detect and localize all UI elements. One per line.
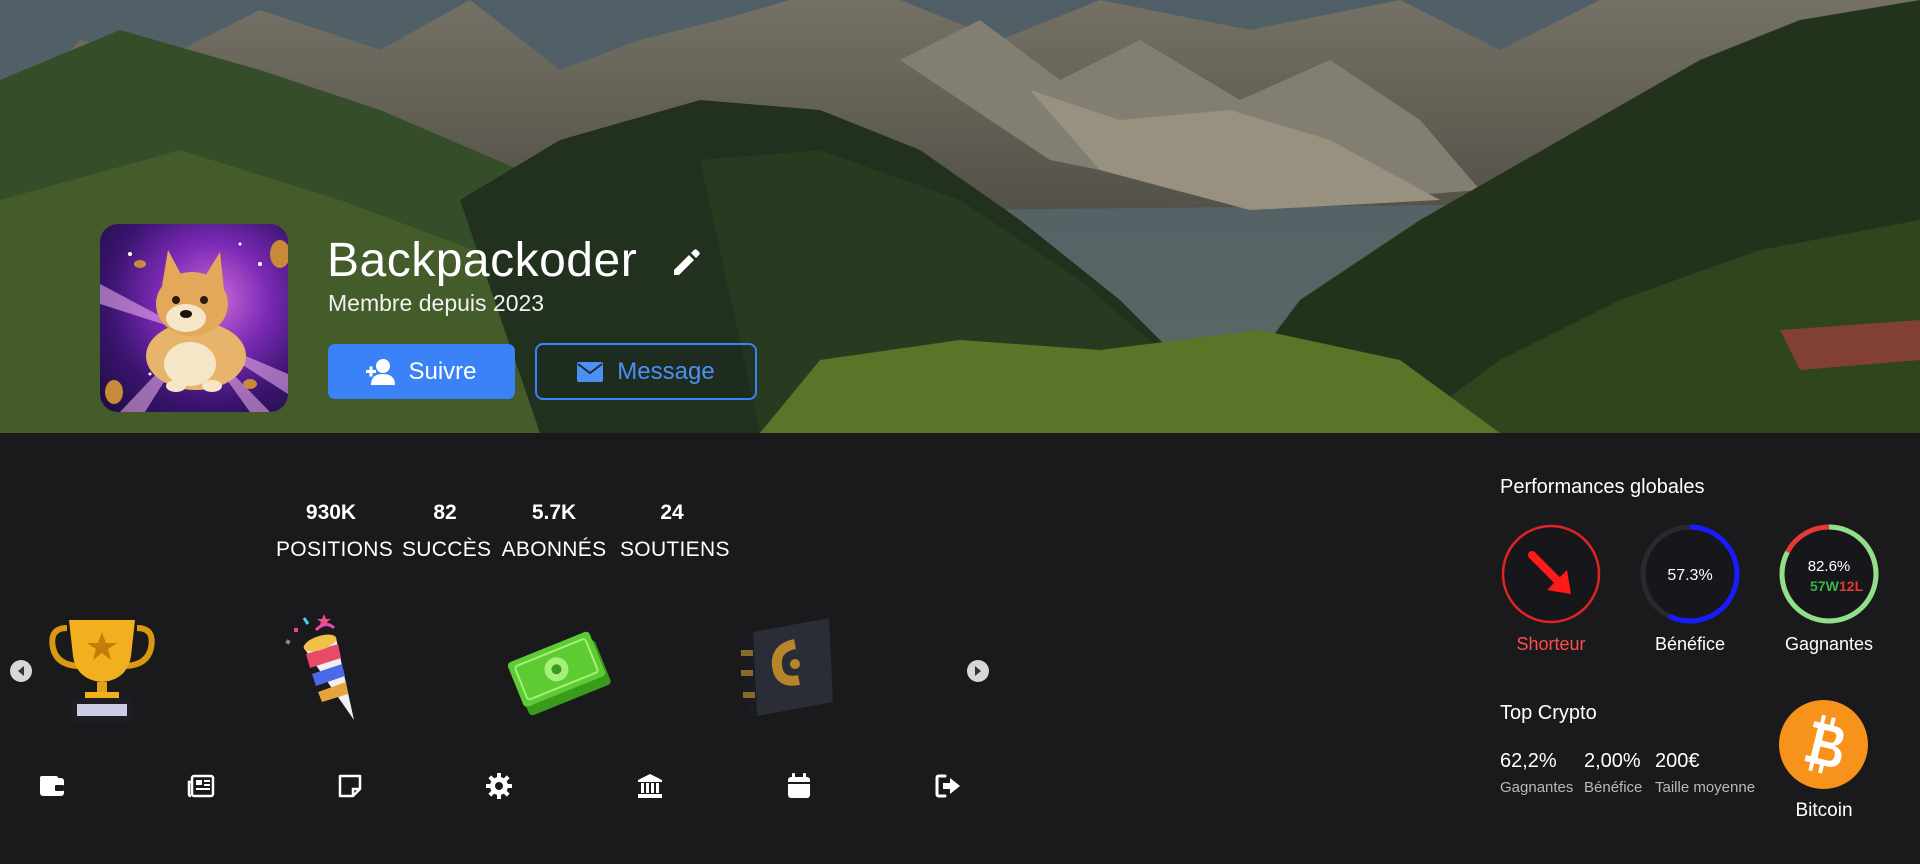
envelope-icon: [577, 361, 604, 382]
crypto-metric-label: Gagnantes: [1500, 779, 1574, 796]
wins-count: 57W: [1810, 578, 1840, 594]
losses-count: 12L: [1839, 578, 1864, 594]
mountain-landscape-image: [0, 0, 1920, 433]
stat-label: SUCCÈS: [402, 538, 492, 561]
stat-label: POSITIONS: [276, 538, 394, 561]
stat-positions: 930K POSITIONS: [276, 498, 394, 562]
chevron-left-icon: [18, 666, 24, 676]
shorteur-ring: [1501, 524, 1601, 624]
stat-abonnes: 5.7K ABONNÉS: [500, 498, 608, 562]
money-icon[interactable]: [505, 610, 615, 725]
carousel-prev-button[interactable]: [10, 660, 32, 682]
gagnantes-label: Gagnantes: [1784, 634, 1874, 654]
benefice-value: 57.3%: [1667, 567, 1712, 584]
crypto-metric-label: Bénéfice: [1584, 779, 1643, 796]
performance-title: Performances globales: [1500, 476, 1705, 498]
stat-value: 24: [660, 501, 684, 524]
gagnantes-value: 82.6%: [1808, 558, 1851, 575]
message-button-label: Message: [617, 357, 715, 385]
logout-icon[interactable]: [934, 772, 962, 800]
follow-button-label: Suivre: [408, 357, 477, 385]
username: Backpackoder: [327, 234, 638, 287]
benefice-label: Bénéfice: [1654, 634, 1726, 654]
stat-soutiens: 24 SOUTIENS: [620, 498, 730, 562]
carousel-next-button[interactable]: [967, 660, 989, 682]
avatar[interactable]: [100, 224, 288, 412]
crypto-metric-value: 200€: [1655, 750, 1700, 772]
trophy-icon[interactable]: [47, 610, 157, 725]
shorteur-label: Shorteur: [1516, 634, 1586, 654]
stat-value: 5.7K: [531, 501, 577, 524]
stat-succes: 82 SUCCÈS: [402, 498, 492, 562]
note-icon[interactable]: [336, 772, 364, 800]
shiba-dog-avatar-image: [100, 240, 288, 412]
crypto-metric-value: 62,2%: [1500, 750, 1557, 772]
profile-banner: Backpackoder Membre depuis 2023 Suivre M…: [0, 0, 1920, 433]
stat-value: 82: [433, 501, 457, 524]
benefice-ring: 57.3%: [1640, 524, 1740, 624]
chevron-right-icon: [975, 666, 981, 676]
party-popper-icon[interactable]: [274, 610, 384, 725]
bitcoin-icon[interactable]: [1779, 700, 1868, 789]
member-since-text: Membre depuis 2023: [328, 290, 545, 316]
bank-icon[interactable]: [636, 772, 664, 800]
edit-pencil-icon[interactable]: [668, 244, 704, 280]
calendar-icon[interactable]: [785, 772, 813, 800]
newspaper-icon[interactable]: [187, 772, 215, 800]
wallet-icon[interactable]: [38, 772, 66, 800]
stat-label: SOUTIENS: [620, 538, 730, 561]
message-button[interactable]: Message: [535, 343, 757, 400]
coin-name: Bitcoin: [1795, 800, 1853, 821]
gagnantes-ring: 82.6% 57W 12L: [1779, 524, 1879, 624]
stat-label: ABONNÉS: [501, 538, 607, 561]
gear-icon[interactable]: [485, 772, 513, 800]
add-user-icon: [366, 358, 396, 385]
crypto-metric-value: 2,00%: [1584, 750, 1641, 772]
crypto-metric-label: Taille moyenne: [1655, 779, 1756, 796]
wallet-book-icon[interactable]: [733, 610, 843, 725]
stat-value: 930K: [305, 501, 357, 524]
top-crypto-title: Top Crypto: [1500, 702, 1597, 724]
follow-button[interactable]: Suivre: [328, 344, 515, 399]
